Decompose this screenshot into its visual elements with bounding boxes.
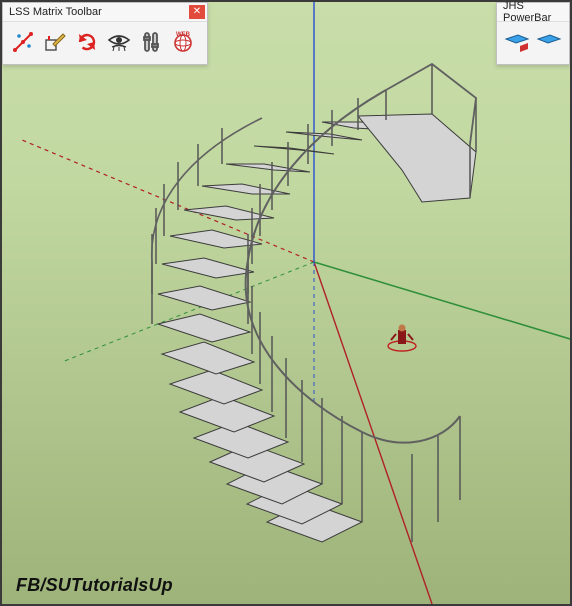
svg-text:WEB: WEB [176,32,191,38]
face-back-icon[interactable] [535,28,563,56]
toolbar-title-right: JHS PowerBar [503,2,567,24]
visibility-icon[interactable] [105,28,133,56]
close-button[interactable]: ✕ [189,5,205,19]
viewport-3d[interactable] [2,2,570,604]
watermark-text: FB/SUTutorialsUp [16,575,173,596]
origin-figure [388,325,416,352]
toolbar-title-left: LSS Matrix Toolbar [9,6,102,18]
lss-matrix-toolbar: LSS Matrix Toolbar ✕ [2,2,208,65]
refresh-icon[interactable] [73,28,101,56]
settings-sliders-icon[interactable] [137,28,165,56]
mesh-points-icon[interactable] [9,28,37,56]
web-globe-icon[interactable]: WEB [169,28,197,56]
edit-mesh-icon[interactable] [41,28,69,56]
jhs-powerbar-toolbar: JHS PowerBar [496,2,570,65]
face-front-icon[interactable] [503,28,531,56]
